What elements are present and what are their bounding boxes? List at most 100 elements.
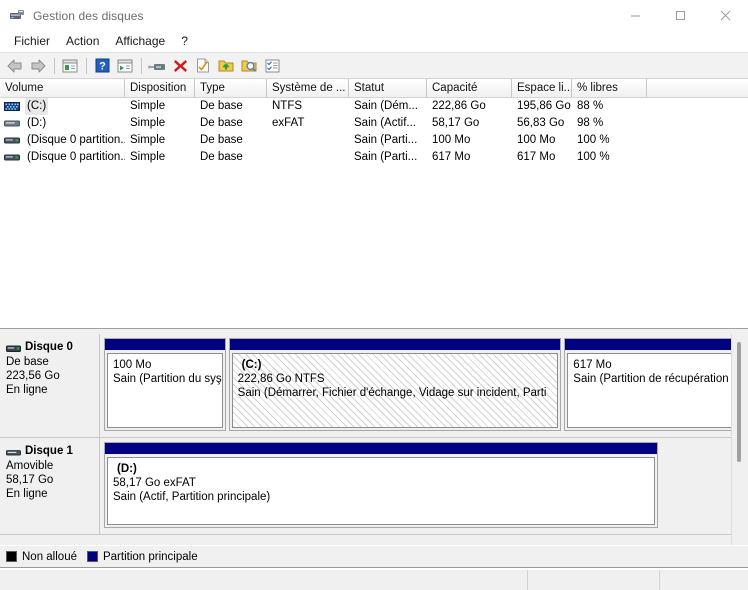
cell-volume: (Disque 0 partition... [0,149,125,166]
cell-type: De base [200,151,243,163]
show-action-pane-icon[interactable] [114,55,136,77]
disk-icon [6,343,21,352]
cell-free-percent: 88 % [577,100,604,112]
partition-details: 617 Mo Sain (Partition de récupération [567,353,741,428]
cell-volume: (C:) [0,98,125,115]
partition-block[interactable]: 617 Mo Sain (Partition de récupération [564,338,744,431]
partition-block[interactable]: (D:) 58,17 Go exFAT Sain (Actif, Partiti… [104,442,658,528]
volume-partition-icon [4,135,20,146]
window-title: Gestion des disques [33,8,144,23]
table-row[interactable]: (Disque 0 partition... Simple De base Sa… [0,149,748,166]
disk-info-0[interactable]: Disque 0 De base 223,56 Go En ligne [0,334,100,437]
help-icon[interactable]: ? [91,55,113,77]
partition-block[interactable]: (C:) 222,86 Go NTFS Sain (Démarrer, Fich… [228,338,562,431]
disk-name-row: Disque 0 [6,340,95,354]
menu-fichier[interactable]: Fichier [6,32,58,51]
column-header-capacity[interactable]: Capacité [427,79,512,97]
partition-capacity-bar [565,339,743,351]
partition-capacity-bar [105,443,657,455]
table-row[interactable]: (C:) Simple De base NTFS Sain (Dém... 22… [0,98,748,115]
column-header-filesystem[interactable]: Système de ... [267,79,349,97]
minimize-button[interactable] [613,0,658,31]
cell-type: De base [200,100,243,112]
column-header-volume[interactable]: Volume [0,79,125,97]
partition-capacity-bar [105,339,225,351]
disk-info-1[interactable]: Disque 1 Amovible 58,17 Go En ligne [0,438,100,534]
close-button[interactable] [703,0,748,31]
partition-status: Sain (Partition du syş [113,373,222,385]
rescan-disks-icon[interactable] [146,55,168,77]
column-header-free-space[interactable]: Espace li... [512,79,572,97]
volume-label: (D:) [27,117,47,129]
partition-details: (D:) 58,17 Go exFAT Sain (Actif, Partiti… [107,457,655,525]
cell-type: De base [200,117,243,129]
cell-free-percent: 100 % [577,134,610,146]
toolbar-separator [54,57,55,74]
maximize-button[interactable] [658,0,703,31]
partition-details: (C:) 222,86 Go NTFS Sain (Démarrer, Fich… [231,353,559,428]
cell-filesystem: NTFS [272,100,303,112]
disk-type: De base [6,356,49,368]
partition-status: Sain (Démarrer, Fichier d'échange, Vidag… [237,387,547,399]
status-bar [0,569,748,590]
column-header-status[interactable]: Statut [349,79,427,97]
cell-free-percent: 98 % [577,117,604,129]
legend-primary-partition: Partition principale [86,550,198,563]
cell-status: Sain (Parti... [354,134,418,146]
disk-row-1[interactable]: Disque 1 Amovible 58,17 Go En ligne (D:)… [0,438,748,535]
volume-list-header: Volume Disposition Type Système de ... S… [0,79,748,98]
show-hide-console-tree-icon[interactable] [59,55,81,77]
back-icon[interactable] [4,55,26,77]
cell-filesystem: exFAT [272,117,305,129]
cell-status: Sain (Actif... [354,117,416,129]
partition-details: 100 Mo Sain (Partition du syş [107,353,223,428]
cell-free-percent: 100 % [577,151,610,163]
export-list-icon[interactable] [215,55,237,77]
legend-swatch-primary [86,551,98,562]
cell-volume: (Disque 0 partition... [0,132,125,149]
volume-list-panel: Volume Disposition Type Système de ... S… [0,79,748,328]
menu-bar: Fichier Action Affichage ? [0,31,748,53]
volume-label: (Disque 0 partition... [27,151,125,163]
disk-status: En ligne [6,384,48,396]
toolbar: ? [0,53,748,79]
window-controls [613,0,748,31]
partition-size-fs: 617 Mo [573,359,612,371]
graphical-disk-view: Disque 0 De base 223,56 Go En ligne 100 … [0,334,748,545]
disk-row-0[interactable]: Disque 0 De base 223,56 Go En ligne 100 … [0,334,748,438]
search-icon[interactable] [238,55,260,77]
table-row[interactable]: (D:) Simple De base exFAT Sain (Actif...… [0,115,748,132]
cell-disposition: Simple [130,100,166,112]
legend-swatch-unallocated [6,551,17,562]
partition-block[interactable]: 100 Mo Sain (Partition du syş [104,338,226,431]
menu-affichage[interactable]: Affichage [107,32,173,51]
cell-volume: (D:) [0,115,125,132]
legend-unallocated: Non alloué [6,551,77,563]
partition-size-fs: 222,86 Go NTFS [237,373,325,385]
delete-icon[interactable] [169,55,191,77]
column-header-type[interactable]: Type [195,79,267,97]
disk-partitions-1: (D:) 58,17 Go exFAT Sain (Actif, Partiti… [100,438,748,534]
partition-label: (C:) [241,359,262,371]
column-header-free-percent[interactable]: % libres [572,79,647,97]
disk-name-row: Disque 1 [6,444,95,458]
volume-system-icon [4,101,20,112]
column-header-disposition[interactable]: Disposition [125,79,195,97]
scrollbar-thumb[interactable] [737,342,741,462]
menu-action[interactable]: Action [58,32,107,51]
forward-icon[interactable] [27,55,49,77]
graphical-view-scrollbar[interactable] [731,334,748,545]
cell-disposition: Simple [130,151,166,163]
properties-icon[interactable] [192,55,214,77]
partition-capacity-bar [229,339,561,351]
volume-removable-icon [4,118,20,129]
cell-free-space: 617 Mo [517,151,556,163]
volume-partition-icon [4,152,20,163]
menu-help[interactable]: ? [173,32,196,51]
legend-label: Partition principale [102,550,198,563]
list-view-icon[interactable] [261,55,283,77]
table-row[interactable]: (Disque 0 partition... Simple De base Sa… [0,132,748,149]
legend-label: Non alloué [22,550,77,563]
legend: Non alloué Partition principale [0,546,748,568]
volume-list-body: (C:) Simple De base NTFS Sain (Dém... 22… [0,98,748,166]
